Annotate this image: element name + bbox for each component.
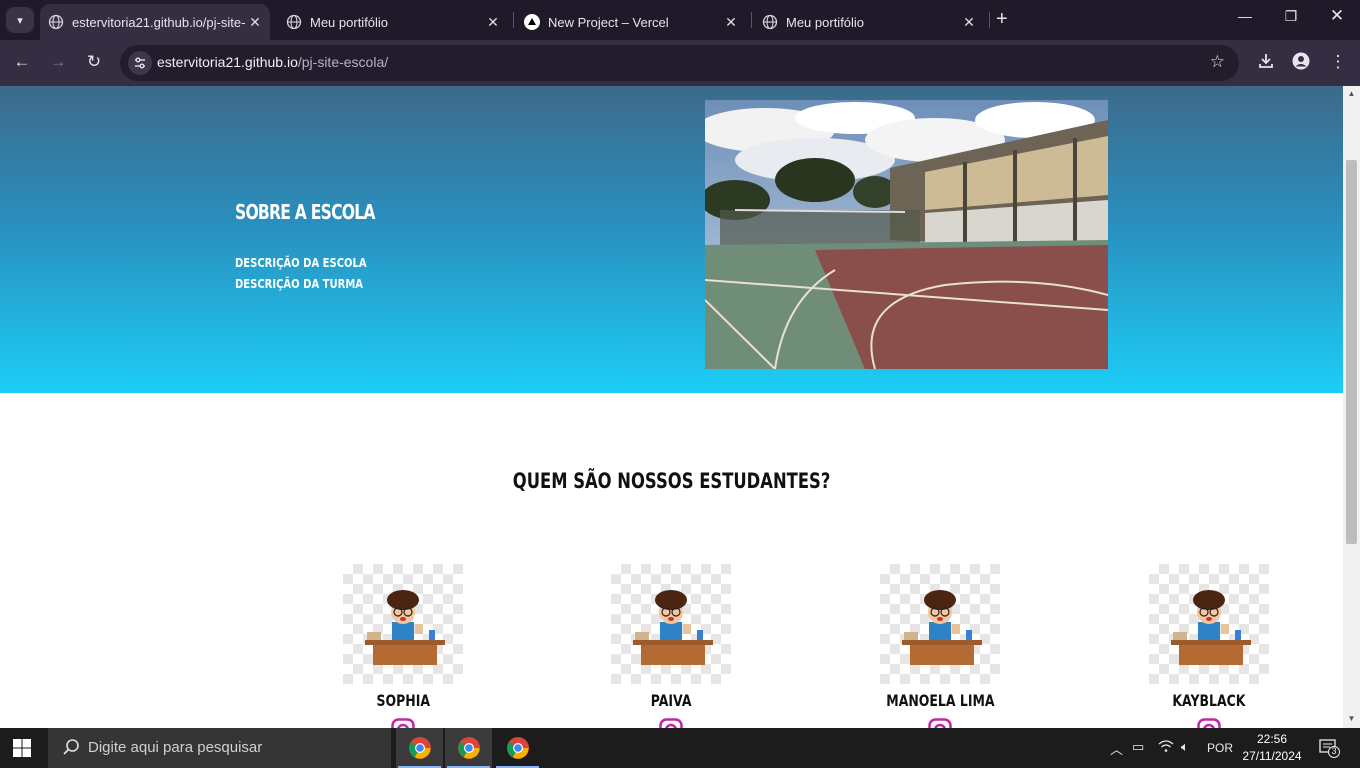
- tab-meu-portifolio[interactable]: Meu portifólio ✕: [278, 4, 508, 40]
- tray-chevron-up-icon[interactable]: ︿: [1110, 739, 1123, 758]
- school-description-link[interactable]: DESCRIÇÃO DA ESCOLA: [235, 255, 367, 270]
- clock-date: 27/11/2024: [1242, 749, 1302, 763]
- globe-icon: [48, 14, 64, 30]
- school-court-photo: [705, 100, 1108, 369]
- site-settings-icon[interactable]: [128, 51, 152, 75]
- back-arrow-icon[interactable]: ←: [10, 52, 34, 72]
- bookmark-star-icon[interactable]: ☆: [1210, 52, 1225, 72]
- tab-vercel[interactable]: New Project – Vercel ✕: [516, 4, 746, 40]
- close-tab-icon[interactable]: ✕: [960, 14, 978, 31]
- search-placeholder: Digite aqui para pesquisar: [88, 739, 263, 756]
- taskbar-search-box[interactable]: Digite aqui para pesquisar: [48, 728, 391, 768]
- scroll-down-arrow-icon[interactable]: ▼: [1343, 714, 1360, 723]
- student-avatar: [880, 564, 1000, 684]
- chrome-icon: [457, 737, 480, 759]
- tab-title: Meu portifólio: [310, 14, 389, 30]
- close-tab-icon[interactable]: ✕: [722, 14, 740, 31]
- volume-icon[interactable]: 🔈︎: [1181, 739, 1189, 755]
- scroll-up-arrow-icon[interactable]: ▲: [1343, 89, 1360, 98]
- restore-icon[interactable]: ❐: [1268, 8, 1314, 25]
- url-host: estervitoria21.github.io: [157, 54, 298, 70]
- class-description-link[interactable]: DESCRIÇÃO DA TURMA: [235, 276, 363, 291]
- wifi-icon[interactable]: [1158, 739, 1174, 756]
- vercel-icon: [524, 14, 540, 30]
- hero-section: SOBRE A ESCOLA DESCRIÇÃO DA ESCOLA DESCR…: [0, 86, 1343, 393]
- minimize-icon[interactable]: —: [1222, 8, 1268, 24]
- download-icon[interactable]: [1254, 52, 1278, 75]
- page-content: SOBRE A ESCOLA DESCRIÇÃO DA ESCOLA DESCR…: [0, 86, 1343, 728]
- scrollbar-thumb[interactable]: [1346, 160, 1357, 544]
- new-tab-plus-icon[interactable]: +: [996, 8, 1008, 31]
- globe-icon: [762, 14, 778, 30]
- address-bar[interactable]: estervitoria21.github.io/pj-site-escola/…: [120, 45, 1239, 81]
- students-section-title: QUEM SÃO NOSSOS ESTUDANTES?: [512, 469, 831, 493]
- tab-divider: [989, 12, 990, 28]
- tab-site-escola[interactable]: estervitoria21.github.io/pj-site-e ✕: [40, 4, 270, 40]
- tab-meu-portifolio-2[interactable]: Meu portifólio ✕: [754, 4, 984, 40]
- chrome-icon: [506, 737, 529, 759]
- tab-title: estervitoria21.github.io/pj-site-e: [72, 14, 246, 30]
- windows-start-icon[interactable]: [12, 738, 32, 758]
- browser-toolbar: ← → ↻ estervitoria21.github.io/pj-site-e…: [0, 40, 1360, 86]
- instagram-icon[interactable]: [1197, 718, 1221, 728]
- student-avatar: [1149, 564, 1269, 684]
- student-name: SOPHIA: [376, 691, 430, 710]
- taskbar-clock[interactable]: 22:56 27/11/2024: [1238, 731, 1306, 765]
- instagram-icon[interactable]: [659, 718, 683, 728]
- tab-title: New Project – Vercel: [548, 14, 669, 30]
- instagram-icon[interactable]: [391, 718, 415, 728]
- tab-bar: ▾ estervitoria21.github.io/pj-site-e ✕ M…: [0, 0, 1360, 40]
- student-avatar: [611, 564, 731, 684]
- more-menu-icon[interactable]: ⋮: [1326, 52, 1350, 72]
- student-avatar: [343, 564, 463, 684]
- profile-avatar-icon[interactable]: [1289, 52, 1313, 75]
- close-window-icon[interactable]: ✕: [1314, 6, 1360, 26]
- forward-arrow-icon[interactable]: →: [46, 52, 70, 72]
- instagram-icon[interactable]: [928, 718, 952, 728]
- notification-center-icon[interactable]: 3: [1318, 737, 1340, 762]
- clock-time: 22:56: [1256, 732, 1288, 746]
- hero-title: SOBRE A ESCOLA: [235, 200, 375, 224]
- url-path: /pj-site-escola/: [297, 54, 389, 70]
- tab-divider: [751, 12, 752, 28]
- page-scrollbar[interactable]: ▲ ▼: [1343, 86, 1360, 728]
- url-text[interactable]: estervitoria21.github.io/pj-site-escola/: [157, 54, 388, 70]
- notification-count: 3: [1331, 746, 1337, 756]
- close-tab-icon[interactable]: ✕: [484, 14, 502, 31]
- tab-title: Meu portifólio: [786, 14, 865, 30]
- tab-divider: [513, 12, 514, 28]
- chrome-icon: [408, 737, 431, 759]
- taskbar-chrome-app-2[interactable]: [445, 728, 492, 768]
- battery-icon[interactable]: ▭: [1132, 739, 1144, 755]
- student-name: MANOELA LIMA: [885, 691, 995, 710]
- globe-icon: [286, 14, 302, 30]
- reload-icon[interactable]: ↻: [82, 52, 106, 72]
- taskbar-chrome-app-3[interactable]: [494, 728, 541, 768]
- tab-search-chevron-icon[interactable]: ▾: [6, 7, 34, 33]
- student-name: PAIVA: [650, 691, 692, 710]
- input-language[interactable]: POR: [1207, 741, 1233, 755]
- taskbar-chrome-app-1[interactable]: [396, 728, 443, 768]
- close-tab-icon[interactable]: ✕: [246, 14, 264, 31]
- windows-taskbar: Digite aqui para pesquisar ︿ ▭ 🔈︎ POR 22…: [0, 728, 1360, 768]
- student-name: KAYBLACK: [1172, 691, 1246, 710]
- search-icon: [62, 738, 80, 760]
